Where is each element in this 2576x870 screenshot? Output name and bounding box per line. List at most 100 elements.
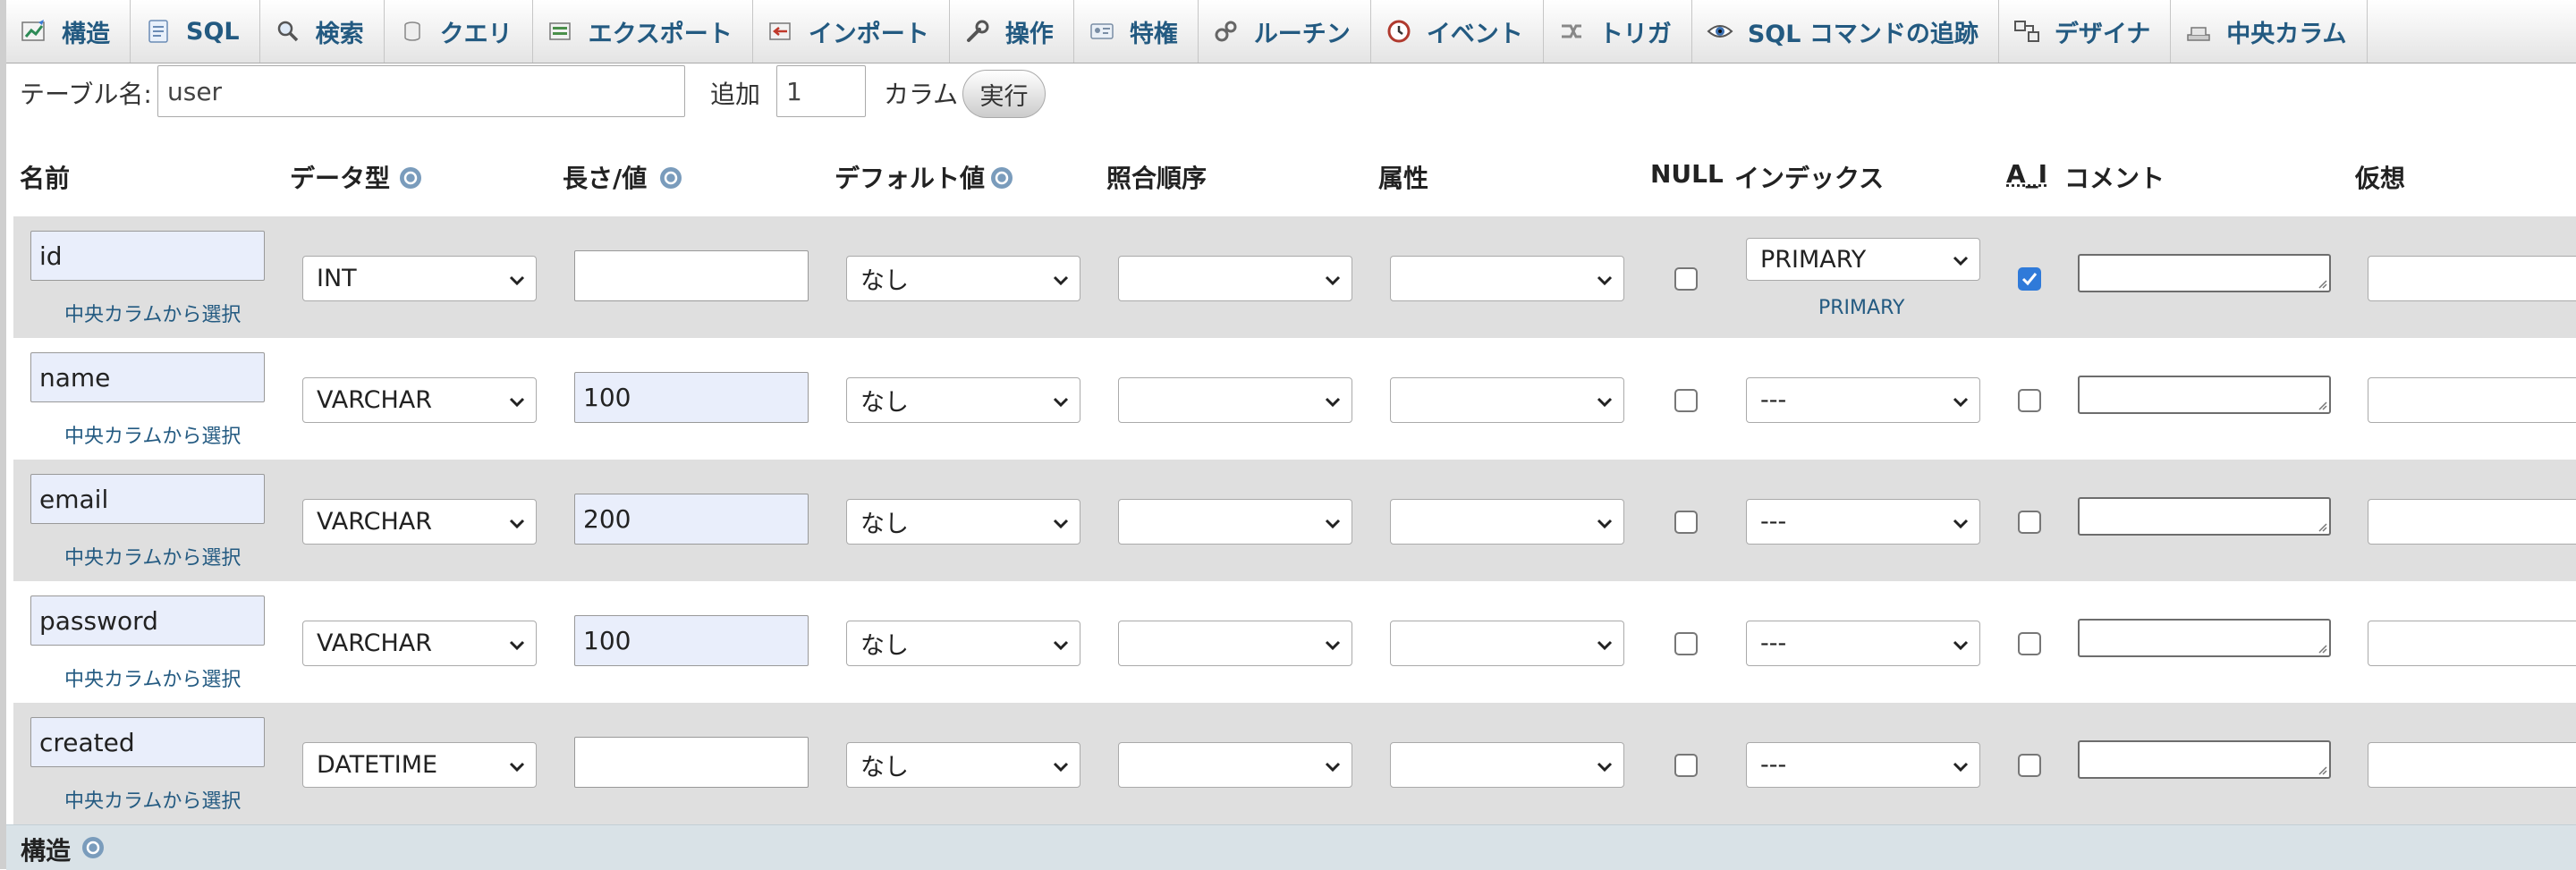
add-column-count-input[interactable]: [776, 65, 866, 117]
help-icon[interactable]: [990, 166, 1013, 196]
attributes-select[interactable]: [1390, 742, 1624, 788]
index-select-value: ---: [1760, 629, 1787, 657]
default-select[interactable]: なし: [846, 621, 1080, 666]
table-name-input[interactable]: [157, 65, 685, 117]
column-name-input[interactable]: [30, 717, 265, 767]
resize-grip-icon[interactable]: [2317, 643, 2327, 654]
tab-routines[interactable]: ルーチン: [1199, 0, 1371, 63]
execute-button[interactable]: 実行: [962, 70, 1046, 118]
eye-icon: [1707, 19, 1733, 44]
default-select[interactable]: なし: [846, 499, 1080, 545]
attributes-select[interactable]: [1390, 256, 1624, 301]
tab-export[interactable]: エクスポート: [533, 0, 753, 63]
virtuality-select[interactable]: [2368, 742, 2576, 788]
resize-grip-icon[interactable]: [2317, 278, 2327, 289]
virtuality-select[interactable]: [2368, 256, 2576, 301]
tab-import[interactable]: インポート: [753, 0, 950, 63]
tab-privileges[interactable]: 特権: [1074, 0, 1199, 63]
column-name-input[interactable]: [30, 474, 265, 524]
default-select[interactable]: なし: [846, 742, 1080, 788]
table-row: 中央カラムから選択 DATETIME なし ---: [13, 703, 2576, 824]
auto-increment-checkbox[interactable]: [2018, 511, 2041, 534]
length-input[interactable]: [574, 494, 809, 545]
comment-textarea[interactable]: [2078, 497, 2331, 536]
attributes-select[interactable]: [1390, 621, 1624, 666]
collation-select[interactable]: [1118, 256, 1352, 301]
tab-search[interactable]: 検索: [260, 0, 385, 63]
header-length-text: 長さ/値: [563, 164, 648, 193]
index-select[interactable]: ---: [1746, 377, 1980, 423]
type-select[interactable]: DATETIME: [302, 742, 537, 788]
default-select[interactable]: なし: [846, 256, 1080, 301]
tab-query[interactable]: クエリ: [385, 0, 533, 63]
pick-from-central-link[interactable]: 中央カラムから選択: [64, 299, 241, 327]
type-select[interactable]: INT: [302, 256, 537, 301]
column-name-input[interactable]: [30, 231, 265, 281]
length-input[interactable]: [574, 737, 809, 788]
type-select[interactable]: VARCHAR: [302, 499, 537, 545]
null-checkbox[interactable]: [1674, 267, 1698, 291]
collation-select[interactable]: [1118, 621, 1352, 666]
virtuality-select[interactable]: [2368, 621, 2576, 666]
auto-increment-checkbox[interactable]: [2018, 389, 2041, 412]
pick-from-central-link[interactable]: 中央カラムから選択: [64, 785, 241, 814]
null-checkbox[interactable]: [1674, 511, 1698, 534]
attributes-select[interactable]: [1390, 377, 1624, 423]
default-select[interactable]: なし: [846, 377, 1080, 423]
tab-events[interactable]: イベント: [1371, 0, 1544, 63]
collation-select[interactable]: [1118, 742, 1352, 788]
tab-privileges-label: 特権: [1129, 20, 1178, 48]
comment-textarea[interactable]: [2078, 619, 2331, 657]
column-name-input[interactable]: [30, 595, 265, 646]
auto-increment-checkbox[interactable]: [2018, 754, 2041, 777]
resize-grip-icon[interactable]: [2317, 400, 2327, 410]
tab-designer[interactable]: デザイナ: [1999, 0, 2172, 63]
tab-structure[interactable]: 構造: [6, 0, 131, 63]
help-icon[interactable]: [81, 836, 105, 863]
default-select-value: なし: [860, 389, 909, 417]
tab-central-columns[interactable]: 中央カラム: [2171, 0, 2368, 63]
help-icon[interactable]: [659, 166, 682, 196]
table-name-label: テーブル名:: [20, 80, 152, 109]
type-select[interactable]: VARCHAR: [302, 377, 537, 423]
column-name-input[interactable]: [30, 352, 265, 402]
index-select[interactable]: ---: [1746, 742, 1980, 788]
header-index-text: インデックス: [1734, 164, 1885, 193]
auto-increment-checkbox[interactable]: [2018, 632, 2041, 655]
resize-grip-icon[interactable]: [2317, 764, 2327, 775]
tab-sql-tracking[interactable]: SQL コマンドの追跡: [1692, 0, 1999, 63]
length-input[interactable]: [574, 372, 809, 423]
length-input[interactable]: [574, 615, 809, 666]
pick-from-central-link[interactable]: 中央カラムから選択: [64, 542, 241, 570]
collation-select[interactable]: [1118, 499, 1352, 545]
virtuality-select[interactable]: [2368, 377, 2576, 423]
columns-label: カラム: [884, 80, 959, 109]
length-input[interactable]: [574, 250, 809, 301]
comment-textarea[interactable]: [2078, 376, 2331, 414]
chevron-down-icon: [1953, 762, 1969, 773]
null-checkbox[interactable]: [1674, 754, 1698, 777]
type-select[interactable]: VARCHAR: [302, 621, 537, 666]
resize-grip-icon[interactable]: [2317, 521, 2327, 532]
comment-textarea[interactable]: [2078, 740, 2331, 779]
tab-sql[interactable]: SQL: [131, 0, 260, 63]
virtuality-select[interactable]: [2368, 499, 2576, 545]
attributes-select[interactable]: [1390, 499, 1624, 545]
help-icon[interactable]: [399, 166, 422, 196]
pick-from-central-link[interactable]: 中央カラムから選択: [64, 663, 241, 692]
index-select[interactable]: ---: [1746, 621, 1980, 666]
comment-textarea[interactable]: [2078, 254, 2331, 292]
collation-select[interactable]: [1118, 377, 1352, 423]
tab-triggers[interactable]: トリガ: [1544, 0, 1692, 63]
chevron-down-icon: [1325, 275, 1341, 286]
null-checkbox[interactable]: [1674, 632, 1698, 655]
tab-triggers-label: トリガ: [1598, 20, 1672, 48]
auto-increment-checkbox[interactable]: [2018, 267, 2041, 291]
index-select[interactable]: ---: [1746, 499, 1980, 545]
tab-operations[interactable]: 操作: [950, 0, 1074, 63]
index-select[interactable]: PRIMARY: [1746, 238, 1980, 281]
null-checkbox[interactable]: [1674, 389, 1698, 412]
tab-routines-label: ルーチン: [1253, 20, 1351, 48]
header-default-text: デフォルト値: [835, 164, 986, 193]
pick-from-central-link[interactable]: 中央カラムから選択: [64, 420, 241, 449]
